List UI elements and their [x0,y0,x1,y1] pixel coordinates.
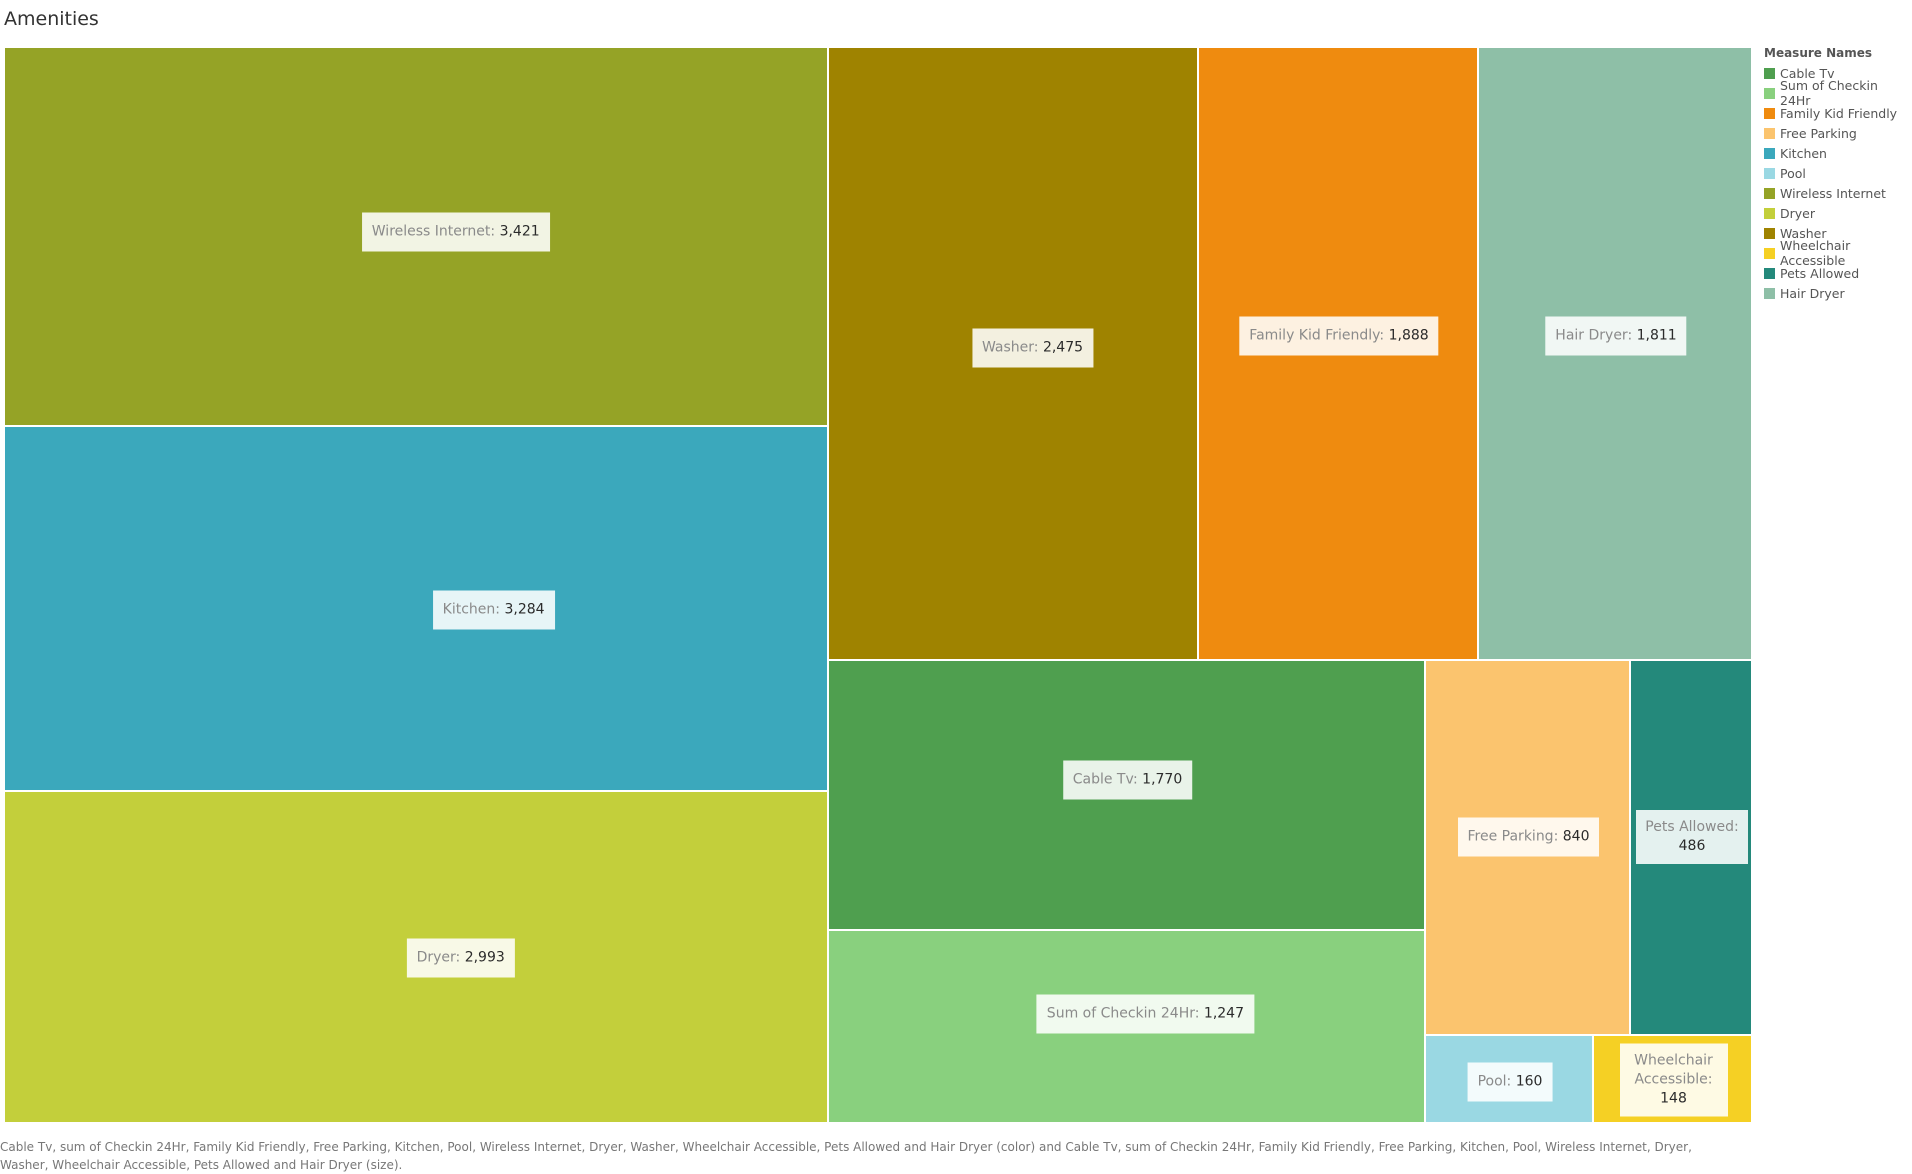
legend-item[interactable]: Wireless Internet [1764,183,1912,203]
tile-name: Hair Dryer [1555,327,1628,344]
legend-swatch [1764,107,1775,119]
tile-label: Sum of Checkin 24Hr: 1,247 [1036,994,1255,1034]
tile-label: Wheelchair Accessible: 148 [1619,1043,1728,1117]
tile-label: Kitchen: 3,284 [432,590,555,629]
tile-name: Washer [981,339,1034,356]
legend-label: Family Kid Friendly [1780,105,1898,121]
tile-name: Wheelchair Accessible [1634,1052,1713,1088]
treemap-tile[interactable]: Cable Tv: 1,770 [828,660,1425,930]
tile-value: 840 [1562,828,1590,845]
tile-value: 2,993 [464,949,505,966]
tile-sep: : [1506,1073,1516,1090]
tile-sep: : [455,949,465,966]
tile-label: Family Kid Friendly: 1,888 [1239,316,1439,356]
tile-name: Cable Tv [1072,771,1133,788]
treemap-tile[interactable]: Wireless Internet: 3,421 [4,47,828,426]
tile-name: Sum of Checkin 24Hr [1046,1005,1195,1022]
legend-item[interactable]: Pool [1764,163,1912,183]
treemap-tile[interactable]: Pool: 160 [1425,1035,1593,1123]
tile-sep: : [495,601,505,617]
legend-swatch [1764,67,1775,79]
tile-value: 1,888 [1388,327,1429,344]
chart-title: Amenities [4,8,99,30]
legend-swatch [1764,227,1775,239]
tile-label: Dryer: 2,993 [406,938,515,978]
tile-value: 486 [1678,838,1706,855]
tile-label: Wireless Internet: 3,421 [361,212,550,252]
legend-items: Cable Tv Sum of Checkin 24Hr Family Kid Fr… [1764,63,1912,303]
tile-label: Hair Dryer: 1,811 [1545,316,1687,356]
tile-sep: : [1379,327,1389,344]
treemap-tile[interactable]: Washer: 2,475 [828,47,1198,660]
legend-item[interactable]: Free Parking [1764,123,1912,143]
legend-swatch [1764,207,1775,219]
legend-item[interactable]: Family Kid Friendly [1764,103,1912,123]
tile-sep: : [1033,339,1043,356]
legend-label: Pets Allowed [1780,265,1860,281]
tile-sep: : [1627,327,1637,344]
tile-value: 3,421 [499,223,540,240]
treemap-tile[interactable]: Family Kid Friendly: 1,888 [1198,47,1478,660]
treemap-tile[interactable]: Sum of Checkin 24Hr: 1,247 [828,930,1425,1123]
legend-label: Kitchen [1780,145,1827,161]
tile-label: Pets Allowed: 486 [1636,810,1748,865]
tile-value: 1,811 [1636,327,1677,344]
tile-name: Pets Allowed [1645,819,1734,836]
legend-label: Wheelchair Accessible [1780,238,1851,268]
legend-label: Free Parking [1780,125,1857,141]
tile-name: Kitchen [442,601,496,617]
legend-label: Wireless Internet [1780,185,1886,201]
tile-label: Free Parking: 840 [1457,817,1600,857]
legend-item[interactable]: Wheelchair Accessible [1764,238,1912,268]
tile-sep: : [1194,1005,1204,1022]
treemap-tile[interactable]: Hair Dryer: 1,811 [1478,47,1752,660]
treemap: Wireless Internet: 3,421 Kitchen: 3,284 Dr… [4,47,1752,1123]
legend-item[interactable]: Dryer [1764,203,1912,223]
legend-swatch [1764,147,1775,159]
legend-item[interactable]: Kitchen [1764,143,1912,163]
tile-value: 2,475 [1042,339,1084,356]
tile-label: Cable Tv: 1,770 [1062,760,1193,800]
legend-label: Pool [1780,165,1806,181]
tile-value: 3,284 [504,601,545,617]
treemap-tile[interactable]: Wheelchair Accessible: 148 [1593,1035,1752,1123]
treemap-tile[interactable]: Dryer: 2,993 [4,791,828,1123]
treemap-tile[interactable]: Pets Allowed: 486 [1630,660,1752,1035]
tile-value: 148 [1660,1090,1687,1107]
tile-value: 1,770 [1142,771,1183,788]
legend-swatch [1764,247,1775,259]
treemap-tile[interactable]: Free Parking: 840 [1425,660,1630,1035]
treemap-tile[interactable]: Kitchen: 3,284 [4,426,828,791]
legend-label: Dryer [1780,205,1815,221]
tile-label: Washer: 2,475 [971,328,1094,368]
legend-swatch [1764,167,1775,179]
tile-sep: : [1733,819,1739,836]
legend-swatch [1764,287,1775,299]
tile-label: Pool: 160 [1467,1062,1553,1102]
legend: Measure Names Cable Tv Sum of Checkin 24H… [1764,46,1912,303]
legend-swatch [1764,87,1775,99]
tile-name: Family Kid Friendly [1249,327,1380,344]
legend-item[interactable]: Hair Dryer [1764,283,1912,303]
tile-name: Dryer [416,949,456,966]
legend-swatch [1764,267,1775,279]
legend-title: Measure Names [1764,46,1873,60]
tile-name: Free Parking [1467,828,1554,845]
tile-value: 160 [1515,1073,1543,1090]
tile-sep: : [490,223,500,240]
legend-swatch [1764,127,1775,139]
legend-label: Sum of Checkin 24Hr [1780,78,1878,108]
legend-item[interactable]: Sum of Checkin 24Hr [1764,78,1912,108]
tile-name: Wireless Internet [371,223,491,240]
tile-sep: : [1707,1071,1713,1088]
legend-label: Hair Dryer [1780,285,1845,301]
tile-sep: : [1553,828,1563,845]
legend-swatch [1764,187,1775,199]
tile-name: Pool [1477,1073,1507,1090]
tile-value: 1,247 [1203,1005,1245,1022]
